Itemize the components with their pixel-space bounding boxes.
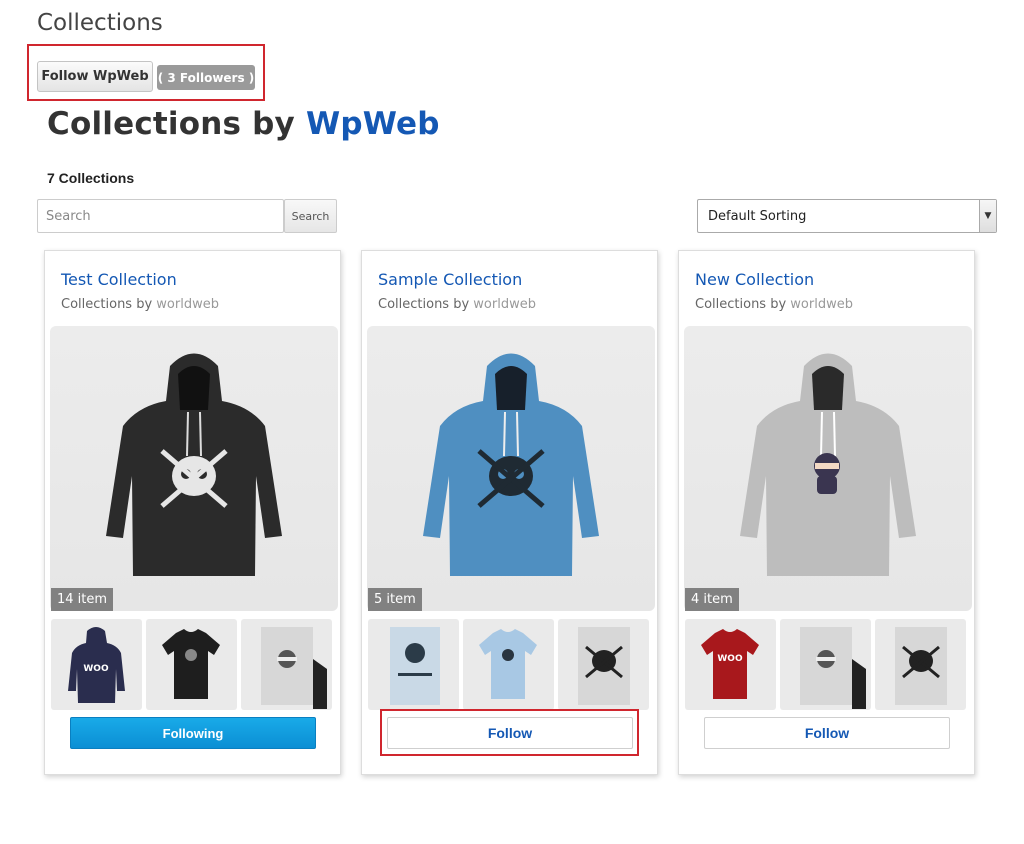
collection-author-link[interactable]: worldweb [473,297,536,312]
collections-count: 7 Collections [47,170,135,186]
thumbnail-skull-poster[interactable] [558,619,649,710]
search-input[interactable] [37,199,284,233]
svg-text:WOO: WOO [83,664,109,674]
collection-main-image[interactable] [684,326,972,611]
collection-card: Sample Collection Collections by worldwe… [361,250,658,775]
thumbnail-navy-hoodie[interactable]: WOO [51,619,142,710]
byline-prefix: Collections by [695,297,791,312]
collection-main-image[interactable] [367,326,655,611]
collection-main-image[interactable] [50,326,338,611]
follow-collection-button[interactable]: Following [70,717,316,749]
collection-author-link[interactable]: worldweb [790,297,853,312]
thumbnail-ninja-poster[interactable] [241,619,332,710]
thumbnail-black-tshirt[interactable] [146,619,237,710]
author-name-link[interactable]: WpWeb [306,106,440,142]
collection-title-link[interactable]: Sample Collection [378,270,522,289]
sorting-selected-value: Default Sorting [708,208,807,224]
highlight-follow-button [380,709,639,756]
collection-card: New Collection Collections by worldweb 4… [678,250,975,775]
hoodie-ninja-image [740,353,916,576]
follow-collection-button[interactable]: Follow [704,717,950,749]
byline-prefix: Collections by [61,297,157,312]
item-count-badge: 5 item [368,588,422,611]
hoodie-skull-image [106,353,282,576]
search-button[interactable]: Search [284,199,337,233]
thumbnail-blue-poster[interactable] [368,619,459,710]
collection-card: Test Collection Collections by worldweb … [44,250,341,775]
author-collections-title: Collections by WpWeb [47,106,440,142]
hoodie-skull-image [423,353,599,576]
collection-byline: Collections by worldweb [61,297,219,312]
item-count-badge: 4 item [685,588,739,611]
chevron-down-icon[interactable]: ▼ [979,200,996,232]
thumbnail-ninja-poster[interactable] [780,619,871,710]
thumbnail-skull-poster[interactable] [875,619,966,710]
page-heading: Collections [37,10,163,36]
collection-title-link[interactable]: New Collection [695,270,814,289]
follow-author-button[interactable]: Follow WpWeb [37,61,153,92]
collection-author-link[interactable]: worldweb [156,297,219,312]
thumbnail-light-blue-tshirt[interactable] [463,619,554,710]
sorting-select[interactable]: Default Sorting ▼ [697,199,997,233]
byline-prefix: Collections by [378,297,474,312]
svg-text:WOO: WOO [717,654,743,664]
collection-byline: Collections by worldweb [378,297,536,312]
collection-byline: Collections by worldweb [695,297,853,312]
item-count-badge: 14 item [51,588,114,611]
collection-title-link[interactable]: Test Collection [61,270,177,289]
followers-count-badge: ( 3 Followers ) [157,65,255,90]
title-prefix: Collections by [47,106,306,142]
thumbnail-red-tshirt[interactable]: WOO [685,619,776,710]
